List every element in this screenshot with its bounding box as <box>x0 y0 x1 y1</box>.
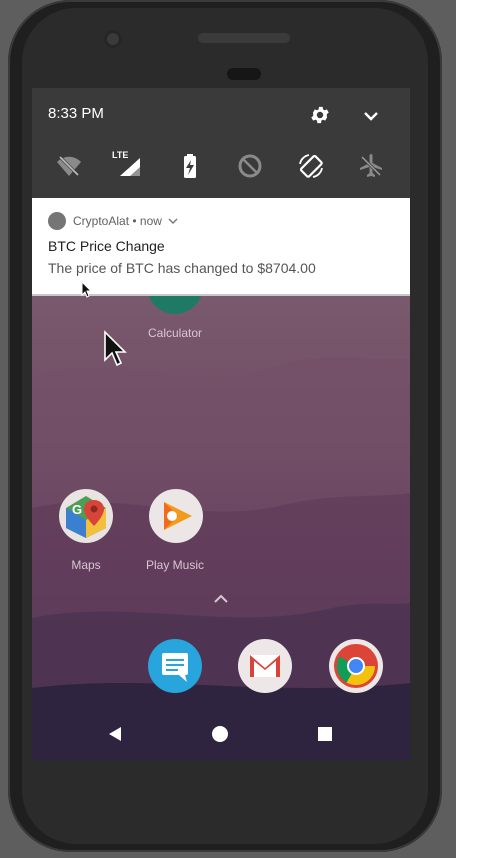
lte-signal-icon[interactable]: LTE <box>112 150 144 180</box>
play-music-label: Play Music <box>145 558 204 572</box>
notification-header: CryptoAlat • now <box>73 214 178 228</box>
expand-chevron-icon[interactable] <box>361 106 381 126</box>
home-button-icon[interactable] <box>211 725 229 743</box>
small-cursor-icon <box>81 281 93 298</box>
recents-button-icon[interactable] <box>317 726 333 742</box>
notification-time: now <box>139 214 162 228</box>
status-time: 8:33 PM <box>48 105 104 122</box>
app-name: CryptoAlat <box>73 214 130 228</box>
proximity-sensor <box>227 68 261 80</box>
maps-app-icon[interactable]: G <box>58 488 114 544</box>
separator-dot: • <box>132 214 140 228</box>
chrome-app-icon[interactable] <box>328 638 384 694</box>
front-camera <box>104 30 122 48</box>
app-icon <box>48 212 66 230</box>
mouse-pointer-icon <box>104 330 127 367</box>
notification-shade-header: 8:33 PM LTE <box>32 88 410 198</box>
wifi-off-icon[interactable] <box>55 152 83 180</box>
gmail-app-icon[interactable] <box>237 638 293 694</box>
back-button-icon[interactable] <box>106 725 124 743</box>
data-saver-icon[interactable] <box>236 152 264 180</box>
navigation-bar <box>32 708 410 760</box>
notification-title: BTC Price Change <box>48 238 165 254</box>
maps-label: Maps <box>71 558 101 572</box>
svg-text:G: G <box>72 502 82 517</box>
play-music-app-icon[interactable] <box>148 488 204 544</box>
notification-body: The price of BTC has changed to $8704.00 <box>48 260 316 276</box>
expand-notification-icon[interactable] <box>168 217 178 225</box>
settings-gear-icon[interactable] <box>309 104 331 126</box>
app-drawer-up-icon[interactable] <box>213 592 229 604</box>
calculator-label: Calculator <box>147 326 203 340</box>
earpiece-speaker <box>198 33 290 43</box>
phone-screen: Calculator G Maps Play Music 8:33 PM LTE… <box>32 88 410 760</box>
airplane-mode-icon[interactable] <box>357 152 385 180</box>
messages-app-icon[interactable] <box>147 638 203 694</box>
battery-charging-icon[interactable] <box>176 152 204 180</box>
auto-rotate-icon[interactable] <box>297 152 325 180</box>
